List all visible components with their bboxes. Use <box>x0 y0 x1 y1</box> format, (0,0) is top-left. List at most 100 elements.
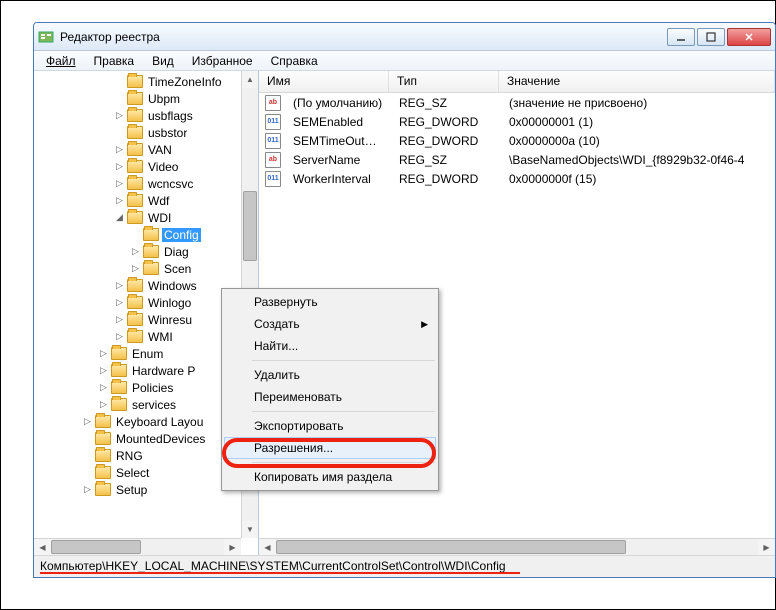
expand-icon[interactable]: ▷ <box>98 348 109 359</box>
scroll-right-icon[interactable]: ▶ <box>758 539 775 555</box>
menu-view[interactable]: Вид <box>144 52 182 70</box>
expand-icon[interactable]: ◢ <box>114 212 125 223</box>
expand-icon[interactable] <box>82 433 93 444</box>
expand-icon[interactable]: ▷ <box>114 314 125 325</box>
value-data: \BaseNamedObjects\WDI_{f8929b32-0f46-4 <box>501 153 775 167</box>
scroll-left-icon[interactable]: ◀ <box>34 539 51 555</box>
expand-icon[interactable]: ▷ <box>130 263 141 274</box>
tree-item[interactable]: ▷ usbflags <box>38 107 258 124</box>
expand-icon[interactable]: ▷ <box>114 195 125 206</box>
scroll-left-icon[interactable]: ◀ <box>259 539 276 555</box>
tree-label: Windows <box>146 279 199 293</box>
scroll-up-icon[interactable]: ▲ <box>242 71 258 88</box>
expand-icon[interactable]: ▷ <box>114 178 125 189</box>
expand-icon[interactable]: ▷ <box>98 399 109 410</box>
ctx-delete[interactable]: Удалить <box>224 364 436 386</box>
expand-icon[interactable]: ▷ <box>98 365 109 376</box>
ctx-create[interactable]: Создать▶ <box>224 313 436 335</box>
value-name: SEMEnabled <box>285 115 391 129</box>
col-value[interactable]: Значение <box>499 71 775 92</box>
value-type-icon: ab <box>265 95 281 111</box>
folder-icon <box>127 279 143 292</box>
expand-icon[interactable]: ▷ <box>114 110 125 121</box>
tree-item[interactable]: ▷Diag <box>38 243 258 260</box>
ctx-separator <box>252 462 435 463</box>
tree-item[interactable]: Ubpm <box>38 90 258 107</box>
value-type: REG_DWORD <box>391 134 501 148</box>
maximize-button[interactable] <box>697 28 725 46</box>
minimize-button[interactable] <box>667 28 695 46</box>
tree-item[interactable]: ▷ Wdf <box>38 192 258 209</box>
folder-icon <box>143 262 159 275</box>
folder-icon <box>127 194 143 207</box>
tree-label: Policies <box>130 381 175 395</box>
menu-file[interactable]: Файл <box>38 52 84 70</box>
hscroll-thumb[interactable] <box>51 540 141 554</box>
tree-item[interactable]: TimeZoneInfo <box>38 73 258 90</box>
tree-label: TimeZoneInfo <box>146 75 224 89</box>
expand-icon[interactable] <box>114 76 125 87</box>
value-type-icon: 011 <box>265 133 281 149</box>
value-data: 0x00000001 (1) <box>501 115 775 129</box>
expand-icon[interactable]: ▷ <box>130 246 141 257</box>
tree-label: usbflags <box>146 109 195 123</box>
ctx-copy-key-name[interactable]: Копировать имя раздела <box>224 466 436 488</box>
expand-icon[interactable]: ▷ <box>114 297 125 308</box>
scroll-right-icon[interactable]: ▶ <box>224 539 241 555</box>
tree-hscroll[interactable]: ◀ ▶ <box>34 538 241 555</box>
expand-icon[interactable]: ▷ <box>114 280 125 291</box>
expand-icon[interactable]: ▷ <box>114 161 125 172</box>
folder-icon <box>127 75 143 88</box>
app-icon <box>38 29 54 45</box>
list-hscroll[interactable]: ◀ ▶ <box>259 538 775 555</box>
scroll-down-icon[interactable]: ▼ <box>242 521 258 538</box>
close-button[interactable] <box>727 28 771 46</box>
folder-icon <box>95 449 111 462</box>
ctx-export[interactable]: Экспортировать <box>224 415 436 437</box>
expand-icon[interactable]: ▷ <box>114 331 125 342</box>
scroll-thumb[interactable] <box>243 191 257 261</box>
folder-icon <box>143 245 159 258</box>
expand-icon[interactable] <box>82 450 93 461</box>
value-type-icon: 011 <box>265 171 281 187</box>
expand-icon[interactable] <box>114 93 125 104</box>
tree-label: Wdf <box>146 194 171 208</box>
ctx-expand[interactable]: Развернуть <box>224 291 436 313</box>
expand-icon[interactable]: ▷ <box>98 382 109 393</box>
expand-icon[interactable] <box>114 127 125 138</box>
tree-item[interactable]: ▷Scen <box>38 260 258 277</box>
menu-favorites[interactable]: Избранное <box>184 52 261 70</box>
menu-edit[interactable]: Правка <box>86 52 143 70</box>
menu-help[interactable]: Справка <box>263 52 326 70</box>
expand-icon[interactable] <box>130 229 141 240</box>
ctx-permissions[interactable]: Разрешения... <box>224 437 436 459</box>
tree-item[interactable]: usbstor <box>38 124 258 141</box>
list-row[interactable]: 011SEMTimeOutVal...REG_DWORD0x0000000a (… <box>259 131 775 150</box>
tree-label: RNG <box>114 449 145 463</box>
tree-item[interactable]: ◢ WDI <box>38 209 258 226</box>
tree-label: Winresu <box>146 313 194 327</box>
expand-icon[interactable] <box>82 467 93 478</box>
tree-label: WDI <box>146 211 173 225</box>
tree-item[interactable]: ▷VAN <box>38 141 258 158</box>
list-row[interactable]: abServerNameREG_SZ\BaseNamedObjects\WDI_… <box>259 150 775 169</box>
expand-icon[interactable]: ▷ <box>82 484 93 495</box>
tree-label: Hardware P <box>130 364 197 378</box>
ctx-find[interactable]: Найти... <box>224 335 436 357</box>
folder-icon <box>95 483 111 496</box>
ctx-rename[interactable]: Переименовать <box>224 386 436 408</box>
tree-item[interactable]: ▷Video <box>38 158 258 175</box>
titlebar[interactable]: Редактор реестра <box>34 23 775 51</box>
col-name[interactable]: Имя <box>259 71 389 92</box>
list-row[interactable]: ab(По умолчанию)REG_SZ(значение не присв… <box>259 93 775 112</box>
list-row[interactable]: 011WorkerIntervalREG_DWORD0x0000000f (15… <box>259 169 775 188</box>
expand-icon[interactable]: ▷ <box>82 416 93 427</box>
folder-icon <box>95 466 111 479</box>
folder-icon <box>127 296 143 309</box>
list-row[interactable]: 011SEMEnabledREG_DWORD0x00000001 (1) <box>259 112 775 131</box>
expand-icon[interactable]: ▷ <box>114 144 125 155</box>
hscroll-thumb[interactable] <box>276 540 626 554</box>
col-type[interactable]: Тип <box>389 71 499 92</box>
tree-item[interactable]: Config <box>38 226 258 243</box>
tree-item[interactable]: ▷wcncsvc <box>38 175 258 192</box>
